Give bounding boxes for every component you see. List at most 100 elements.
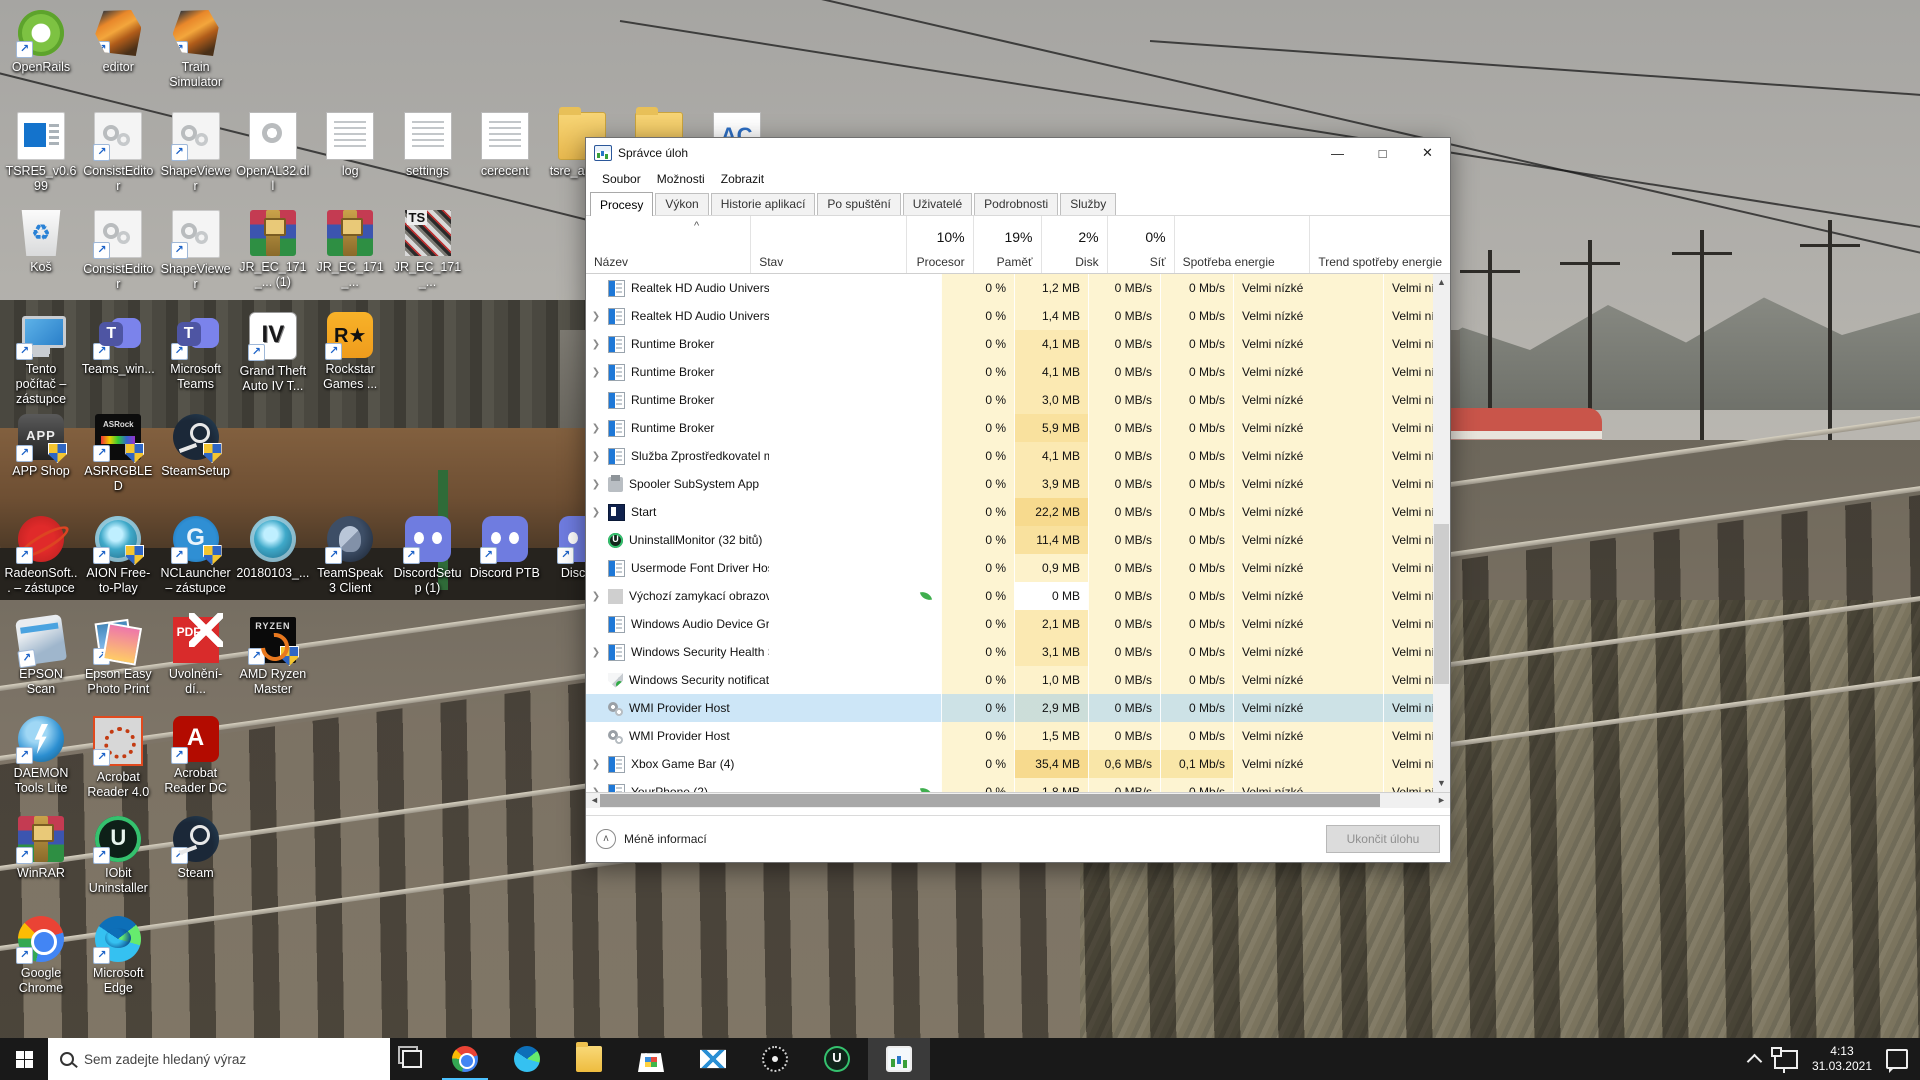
desktop-icon-cerecent[interactable]: cerecent xyxy=(468,112,542,179)
desktop-icon-google-chrome[interactable]: ↗Google Chrome xyxy=(4,916,78,996)
column-disk[interactable]: 2% Disk xyxy=(1042,216,1108,273)
column-cpu[interactable]: 10% Procesor xyxy=(907,216,974,273)
action-center-icon[interactable] xyxy=(1886,1049,1908,1069)
desktop-icon-log[interactable]: log xyxy=(313,112,387,179)
tab-sluzby[interactable]: Služby xyxy=(1060,193,1116,215)
process-row[interactable]: ❯Runtime Broker0 %4,1 MB0 MB/s0 Mb/sVelm… xyxy=(586,358,1450,386)
desktop-icon-shapeviewer-1[interactable]: ↗ShapeViewer xyxy=(159,112,233,194)
desktop-icon-settings-file[interactable]: settings xyxy=(391,112,465,179)
vertical-scroll-thumb[interactable] xyxy=(1434,524,1449,684)
expand-chevron-icon[interactable]: ❯ xyxy=(588,339,604,350)
vertical-scrollbar[interactable]: ▲ ▼ xyxy=(1433,274,1450,792)
expand-chevron-icon[interactable]: ❯ xyxy=(588,507,604,518)
desktop-icon-iobit-uninstaller[interactable]: ↗IObit Uninstaller xyxy=(81,816,155,896)
network-icon[interactable] xyxy=(1774,1050,1798,1069)
desktop-icon-train-simulator[interactable]: ↗Train Simulator xyxy=(159,10,233,90)
desktop-icon-discordsetup[interactable]: ↗DiscordSetup (1) xyxy=(391,516,465,596)
process-row[interactable]: ❯Výchozí zamykací obrazovka Wi...0 %0 MB… xyxy=(586,582,1450,610)
taskbar-app-mail[interactable] xyxy=(682,1038,744,1080)
scroll-right-arrow[interactable]: ► xyxy=(1433,793,1450,808)
process-row[interactable]: ❯Spooler SubSystem App0 %3,9 MB0 MB/s0 M… xyxy=(586,470,1450,498)
process-row[interactable]: ❯Služba Zprostředkovatel monito...0 %4,1… xyxy=(586,442,1450,470)
desktop-icon-epson-scan[interactable]: ↗EPSON Scan xyxy=(4,617,78,697)
tray-chevron-up-icon[interactable] xyxy=(1747,1053,1763,1069)
desktop-icon-jr-ec-171-1[interactable]: JR_EC_171_... (1) xyxy=(236,210,310,290)
process-row[interactable]: ❯Runtime Broker0 %4,1 MB0 MB/s0 Mb/sVelm… xyxy=(586,330,1450,358)
process-row[interactable]: ❯YourPhone (2)0 %1,8 MB0 MB/s0 Mb/sVelmi… xyxy=(586,778,1450,793)
expand-chevron-icon[interactable]: ❯ xyxy=(588,451,604,462)
taskbar-app-taskmgr[interactable] xyxy=(868,1038,930,1080)
minimize-button[interactable]: — xyxy=(1315,138,1360,168)
column-name[interactable]: ^ Název xyxy=(586,216,751,273)
desktop-icon-kos[interactable]: Koš xyxy=(4,210,78,275)
expand-chevron-icon[interactable]: ❯ xyxy=(588,647,604,658)
desktop-icon-openal32[interactable]: OpenAL32.dll xyxy=(236,112,310,194)
process-row[interactable]: WMI Provider Host0 %2,9 MB0 MB/s0 Mb/sVe… xyxy=(586,694,1450,722)
tab-podrobnosti[interactable]: Podrobnosti xyxy=(974,193,1058,215)
desktop-icon-microsoft-edge[interactable]: ↗Microsoft Edge xyxy=(81,916,155,996)
process-row[interactable]: ❯Start0 %22,2 MB0 MB/s0 Mb/sVelmi nízkéV… xyxy=(586,498,1450,526)
start-button[interactable] xyxy=(0,1038,48,1080)
desktop-icon-asrrgbled[interactable]: ↗ASRRGBLED xyxy=(81,414,155,494)
expand-chevron-icon[interactable]: ❯ xyxy=(588,759,604,770)
desktop-icon-consisteditor-2[interactable]: ↗ConsistEditor xyxy=(81,210,155,292)
process-row[interactable]: ❯Realtek HD Audio Universal Serv...0 %1,… xyxy=(586,302,1450,330)
desktop-icon-winrar[interactable]: ↗WinRAR xyxy=(4,816,78,881)
column-memory[interactable]: 19% Paměť xyxy=(974,216,1042,273)
horizontal-scrollbar[interactable]: ◄ ► xyxy=(586,793,1450,808)
desktop-icon-teamspeak3[interactable]: ↗TeamSpeak 3 Client xyxy=(313,516,387,596)
desktop-icon-jr-ec-171-2[interactable]: JR_EC_171_... xyxy=(313,210,387,290)
desktop-icon-app-shop[interactable]: ↗APP Shop xyxy=(4,414,78,479)
tab-vykon[interactable]: Výkon xyxy=(655,193,708,215)
taskbar-app-store[interactable] xyxy=(620,1038,682,1080)
desktop-icon-nclauncher[interactable]: ↗NCLauncher – zástupce xyxy=(159,516,233,596)
process-row[interactable]: UninstallMonitor (32 bitů)0 %11,4 MB0 MB… xyxy=(586,526,1450,554)
menu-soubor[interactable]: Soubor xyxy=(594,170,649,188)
desktop-icon-steamsetup[interactable]: SteamSetup xyxy=(159,414,233,479)
process-row[interactable]: ❯Runtime Broker0 %5,9 MB0 MB/s0 Mb/sVelm… xyxy=(586,414,1450,442)
process-row[interactable]: Windows Security notification i...0 %1,0… xyxy=(586,666,1450,694)
taskbar-app-iobit[interactable] xyxy=(806,1038,868,1080)
horizontal-scroll-thumb[interactable] xyxy=(600,794,1380,807)
desktop-icon-acrobat-reader-dc[interactable]: ↗Acrobat Reader DC xyxy=(159,716,233,796)
desktop-icon-radeonsoftware[interactable]: ↗RadeonSoft... – zástupce xyxy=(4,516,78,596)
tab-pospusteni[interactable]: Po spuštění xyxy=(817,193,900,215)
expand-chevron-icon[interactable]: ❯ xyxy=(588,311,604,322)
process-row[interactable]: Windows Audio Device Graph Is...0 %2,1 M… xyxy=(586,610,1450,638)
desktop-icon-editor[interactable]: ↗editor xyxy=(81,10,155,75)
column-power-trend[interactable]: Trend spotřeby energie xyxy=(1310,216,1450,273)
taskbar-app-explorer[interactable] xyxy=(558,1038,620,1080)
maximize-button[interactable]: □ xyxy=(1360,138,1405,168)
menu-moznosti[interactable]: Možnosti xyxy=(649,170,713,188)
end-task-button[interactable]: Ukončit úlohu xyxy=(1326,825,1440,853)
scroll-down-arrow[interactable]: ▼ xyxy=(1433,775,1450,792)
desktop-icon-rockstar-games[interactable]: ↗Rockstar Games ... xyxy=(313,312,387,392)
scroll-up-arrow[interactable]: ▲ xyxy=(1433,274,1450,291)
column-power-usage[interactable]: Spotřeba energie xyxy=(1175,216,1311,273)
process-row[interactable]: ❯Xbox Game Bar (4)0 %35,4 MB0,6 MB/s0,1 … xyxy=(586,750,1450,778)
desktop-icon-20180103[interactable]: 20180103_... xyxy=(236,516,310,581)
desktop-icon-uvolneni[interactable]: Uvolnění-dí... xyxy=(159,617,233,697)
taskbar-clock[interactable]: 4:13 31.03.2021 xyxy=(1812,1044,1872,1074)
desktop-icon-consisteditor-1[interactable]: ↗ConsistEditor xyxy=(81,112,155,194)
taskbar-app-chrome[interactable] xyxy=(434,1038,496,1080)
column-network[interactable]: 0% Síť xyxy=(1108,216,1175,273)
desktop-icon-amd-ryzen-master[interactable]: ↗AMD Ryzen Master xyxy=(236,617,310,697)
process-row[interactable]: WMI Provider Host0 %1,5 MB0 MB/s0 Mb/sVe… xyxy=(586,722,1450,750)
desktop-icon-microsoft-teams[interactable]: ↗Microsoft Teams xyxy=(159,312,233,392)
desktop-icon-steam[interactable]: ↗Steam xyxy=(159,816,233,881)
desktop-icon-teams-win[interactable]: ↗Teams_win... xyxy=(81,312,155,377)
desktop-icon-gta-iv[interactable]: ↗Grand Theft Auto IV T... xyxy=(236,312,310,394)
taskbar-search-box[interactable]: Sem zadejte hledaný výraz xyxy=(48,1038,390,1080)
desktop-icon-daemon-tools[interactable]: ↗DAEMON Tools Lite xyxy=(4,716,78,796)
tab-historieaplikaci[interactable]: Historie aplikací xyxy=(711,193,816,215)
desktop-icon-tento-pocitac[interactable]: ↗Tento počítač – zástupce xyxy=(4,312,78,407)
tab-uzivatele[interactable]: Uživatelé xyxy=(903,193,972,215)
desktop-icon-openrails[interactable]: ↗OpenRails xyxy=(4,10,78,75)
task-view-button[interactable] xyxy=(390,1038,434,1080)
process-row[interactable]: Runtime Broker0 %3,0 MB0 MB/s0 Mb/sVelmi… xyxy=(586,386,1450,414)
desktop-icon-shapeviewer-2[interactable]: ↗ShapeViewer xyxy=(159,210,233,292)
process-row[interactable]: Realtek HD Audio Universal Serv...0 %1,2… xyxy=(586,274,1450,302)
taskbar-app-edge[interactable] xyxy=(496,1038,558,1080)
desktop-icon-acrobat-reader-40[interactable]: ↗Acrobat Reader 4.0 xyxy=(81,716,155,800)
